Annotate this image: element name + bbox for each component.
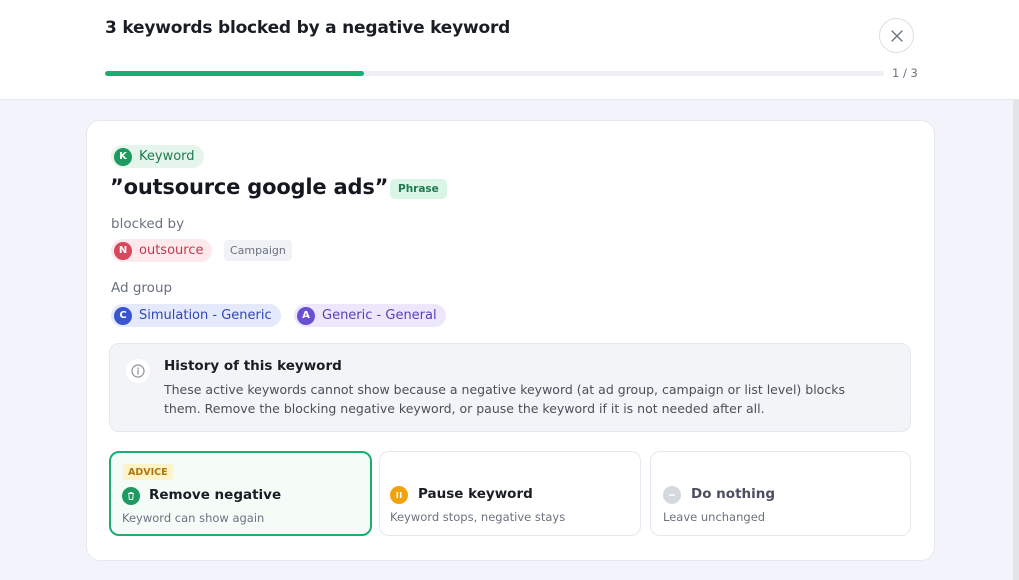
campaign-chip[interactable]: C Simulation - Generic bbox=[111, 304, 281, 327]
option-title: Pause keyword bbox=[418, 486, 533, 502]
advice-badge: ADVICE bbox=[123, 464, 173, 480]
ad-group-letter-icon: A bbox=[297, 306, 315, 325]
blocked-by-label: blocked by bbox=[111, 216, 185, 232]
option-pause-keyword[interactable]: Pause keyword Keyword stops, negative st… bbox=[379, 451, 641, 536]
page-title: 3 keywords blocked by a negative keyword bbox=[105, 18, 511, 38]
negative-level-badge: Campaign bbox=[224, 240, 292, 261]
option-title: Remove negative bbox=[149, 487, 282, 503]
option-remove-negative[interactable]: ADVICE Remove negative Keyword can show … bbox=[109, 451, 372, 536]
match-type-badge: Phrase bbox=[390, 179, 447, 199]
minus-icon bbox=[663, 486, 681, 504]
negative-keyword-label: outsource bbox=[139, 243, 204, 258]
ad-group-label: Ad group bbox=[111, 280, 173, 296]
progress-bar bbox=[105, 71, 884, 76]
history-title: History of this keyword bbox=[164, 358, 342, 374]
negative-keyword-chip[interactable]: N outsource bbox=[111, 239, 213, 262]
progress-count: 1 / 3 bbox=[892, 66, 918, 80]
pause-icon bbox=[390, 486, 408, 504]
ad-group-chip[interactable]: A Generic - General bbox=[294, 304, 446, 327]
option-subtitle: Leave unchanged bbox=[663, 510, 766, 524]
progress-fill bbox=[105, 71, 365, 76]
option-subtitle: Keyword can show again bbox=[122, 511, 265, 525]
info-icon bbox=[126, 359, 150, 383]
campaign-name: Simulation - Generic bbox=[139, 308, 272, 323]
option-do-nothing[interactable]: Do nothing Leave unchanged bbox=[650, 451, 911, 536]
keyword-type-chip: K Keyword bbox=[111, 145, 204, 168]
scrollbar[interactable] bbox=[1013, 100, 1019, 580]
wizard-header: 3 keywords blocked by a negative keyword… bbox=[0, 0, 1019, 100]
option-title: Do nothing bbox=[691, 486, 776, 502]
history-description: These active keywords cannot show becaus… bbox=[164, 382, 845, 416]
option-subtitle: Keyword stops, negative stays bbox=[390, 510, 566, 524]
keyword-letter-icon: K bbox=[114, 147, 132, 166]
close-icon bbox=[890, 29, 903, 42]
trash-icon bbox=[122, 487, 140, 505]
ad-group-name: Generic - General bbox=[322, 308, 437, 323]
negative-letter-icon: N bbox=[114, 241, 132, 260]
keyword-text: ”outsource google ads” bbox=[110, 175, 389, 199]
close-button[interactable] bbox=[879, 18, 914, 53]
keyword-type-label: Keyword bbox=[139, 149, 195, 164]
campaign-letter-icon: C bbox=[114, 306, 132, 325]
